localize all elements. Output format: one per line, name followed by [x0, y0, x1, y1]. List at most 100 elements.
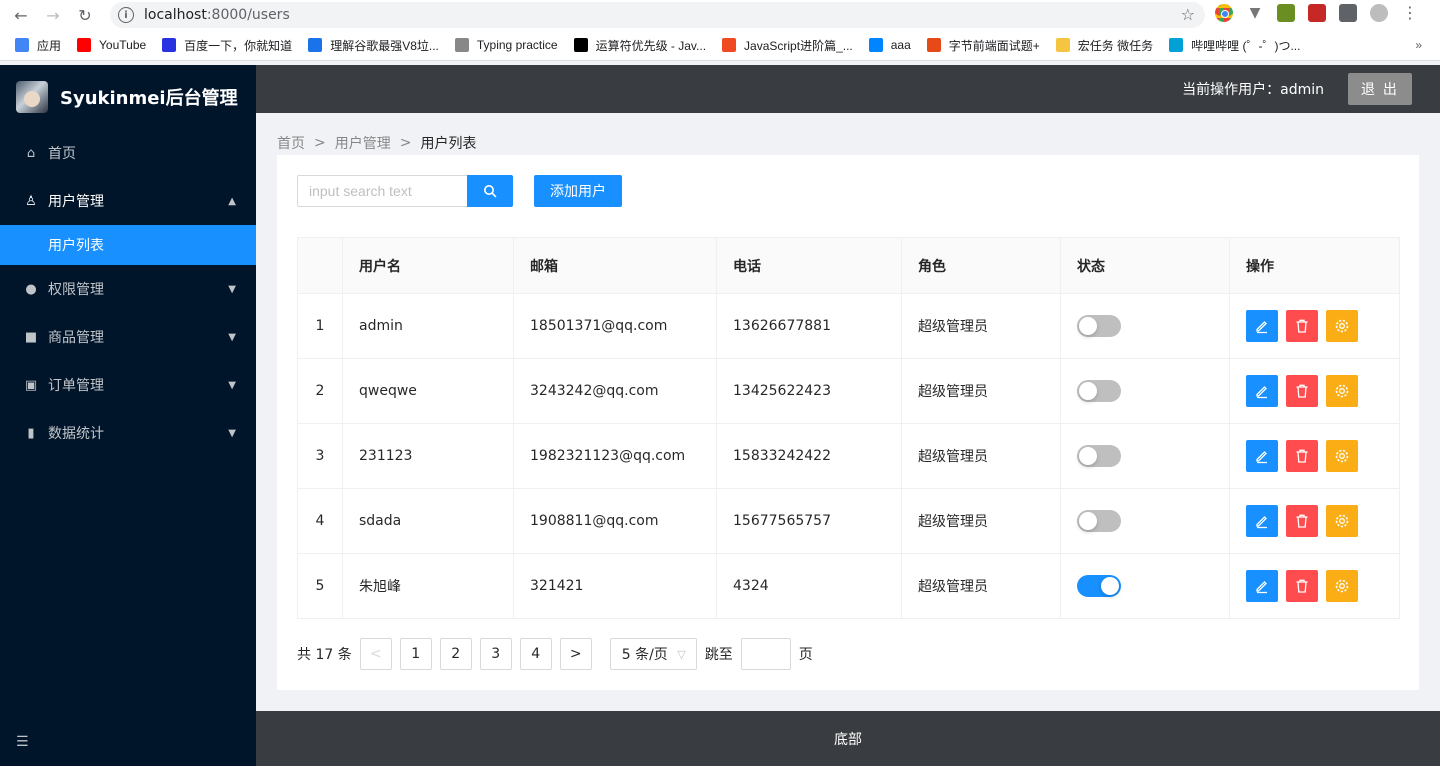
- actions-cell: [1229, 488, 1400, 554]
- next-page-button[interactable]: >: [559, 638, 592, 670]
- jump-page-input[interactable]: [740, 638, 791, 670]
- breadcrumb-home[interactable]: 首页: [277, 133, 305, 153]
- extension-icon[interactable]: [1308, 4, 1326, 22]
- add-user-button[interactable]: 添加用户: [534, 175, 622, 207]
- toggle-knob: [1079, 512, 1097, 530]
- bookmark-item[interactable]: YouTube: [77, 38, 146, 52]
- status-toggle[interactable]: [1077, 315, 1121, 337]
- edit-button[interactable]: [1246, 440, 1278, 472]
- vue-devtools-icon[interactable]: ▼: [1246, 4, 1264, 22]
- toggle-knob: [1101, 577, 1119, 595]
- menu-item-label: 订单管理: [48, 378, 104, 394]
- delete-icon: [1294, 318, 1310, 334]
- current-user: 当前操作用户：admin: [1182, 82, 1324, 98]
- status-cell: [1060, 423, 1230, 489]
- bookmark-item[interactable]: 百度一下，你就知道: [162, 37, 292, 54]
- settings-button[interactable]: [1326, 310, 1358, 342]
- row-index: 4: [297, 488, 343, 554]
- edit-button[interactable]: [1246, 505, 1278, 537]
- delete-button[interactable]: [1286, 440, 1318, 472]
- menu-item-user-management[interactable]: ♙ 用户管理 ▲: [0, 177, 256, 225]
- bookmark-label: 宏任务 微任务: [1077, 38, 1154, 53]
- bookmark-item[interactable]: 字节前端面试题+: [926, 37, 1040, 54]
- chrome-extension-icon[interactable]: [1215, 4, 1233, 22]
- search-button[interactable]: [467, 175, 513, 207]
- status-toggle[interactable]: [1077, 510, 1121, 532]
- bookmark-favicon-icon: [308, 38, 323, 52]
- settings-button[interactable]: [1326, 375, 1358, 407]
- logout-button[interactable]: 退 出: [1348, 73, 1412, 105]
- gear-icon: [1334, 513, 1350, 529]
- phone-cell: 15677565757: [716, 488, 902, 554]
- phone-cell: 13425622423: [716, 358, 902, 424]
- address-bar[interactable]: i localhost:8000/users ☆: [110, 2, 1205, 28]
- bookmark-favicon-icon: [77, 38, 92, 52]
- bookmark-item[interactable]: 运算符优先级 - Jav...: [573, 37, 706, 54]
- browser-toolbar: ← → ↻ i localhost:8000/users ☆ ▼ ⋮: [0, 0, 1440, 30]
- bookmark-item[interactable]: aaa: [868, 38, 911, 52]
- bar-chart-icon: ▮: [27, 425, 35, 441]
- more-menu-icon[interactable]: ⋮: [1401, 4, 1419, 22]
- table-header-cell: 状态: [1060, 237, 1230, 294]
- status-toggle[interactable]: [1077, 575, 1121, 597]
- profile-avatar[interactable]: [1370, 4, 1388, 22]
- delete-icon: [1294, 448, 1310, 464]
- page-4[interactable]: 4: [519, 638, 552, 670]
- actions-cell: [1229, 293, 1400, 359]
- bookmarks-more-icon[interactable]: »: [1415, 38, 1422, 52]
- puzzle-icon[interactable]: [1339, 4, 1357, 22]
- delete-button[interactable]: [1286, 375, 1318, 407]
- edit-button[interactable]: [1246, 570, 1278, 602]
- menu-item-permission-management[interactable]: ● 权限管理 ▼: [0, 265, 256, 313]
- breadcrumb-user-management[interactable]: 用户管理: [335, 133, 391, 153]
- delete-button[interactable]: [1286, 505, 1318, 537]
- bookmarks-bar: 应用 YouTube 百度一下，你就知道 理解谷歌最强V8垃... Typing pra…: [0, 30, 1440, 61]
- settings-button[interactable]: [1326, 440, 1358, 472]
- settings-button[interactable]: [1326, 505, 1358, 537]
- reload-icon[interactable]: ↻: [74, 4, 96, 26]
- menu-item-home[interactable]: ⌂ 首页: [0, 129, 256, 177]
- menu-item-user-list[interactable]: 用户列表: [0, 225, 256, 265]
- bookmark-item[interactable]: JavaScript进阶篇_...: [722, 37, 853, 54]
- menu-item-statistics[interactable]: ▮ 数据统计 ▼: [0, 409, 256, 457]
- page-2[interactable]: 2: [439, 638, 472, 670]
- page-3[interactable]: 3: [479, 638, 512, 670]
- extension-icon[interactable]: [1277, 4, 1295, 22]
- table-header-cell: 电话: [716, 237, 902, 294]
- delete-icon: [1294, 578, 1310, 594]
- site-info-icon[interactable]: i: [118, 7, 134, 23]
- prev-page-button[interactable]: <: [359, 638, 392, 670]
- table-header-cell: 邮箱: [513, 237, 717, 294]
- menu-item-product-management[interactable]: ■ 商品管理 ▼: [0, 313, 256, 361]
- page-size-select[interactable]: 5 条/页 ▽: [609, 638, 697, 670]
- menu-item-order-management[interactable]: ▣ 订单管理 ▼: [0, 361, 256, 409]
- bookmark-item[interactable]: 宏任务 微任务: [1055, 37, 1154, 54]
- settings-button[interactable]: [1326, 570, 1358, 602]
- bookmark-item[interactable]: 哔哩哔哩 (゜-゜)つ...: [1169, 37, 1300, 54]
- status-toggle[interactable]: [1077, 445, 1121, 467]
- menu-fold-icon[interactable]: ☰: [16, 734, 29, 750]
- role-cell: 超级管理员: [901, 488, 1061, 554]
- bookmark-favicon-icon: [926, 38, 941, 52]
- bookmark-favicon-icon: [573, 38, 588, 52]
- user-icon: ♙: [25, 193, 37, 209]
- status-cell: [1060, 488, 1230, 554]
- back-icon[interactable]: ←: [10, 4, 32, 26]
- username-cell: admin: [342, 293, 514, 359]
- bookmark-label: aaa: [890, 38, 911, 52]
- breadcrumb: 首页 > 用户管理 > 用户列表: [277, 133, 476, 153]
- bookmark-item[interactable]: 理解谷歌最强V8垃...: [308, 37, 439, 54]
- bookmark-item[interactable]: 应用: [15, 37, 61, 54]
- pagination-total: 共 17 条: [297, 647, 352, 663]
- search-input[interactable]: [297, 175, 467, 207]
- actions-cell: [1229, 553, 1400, 619]
- delete-button[interactable]: [1286, 570, 1318, 602]
- forward-icon[interactable]: →: [42, 4, 64, 26]
- edit-button[interactable]: [1246, 375, 1278, 407]
- bookmark-star-icon[interactable]: ☆: [1181, 5, 1195, 24]
- edit-button[interactable]: [1246, 310, 1278, 342]
- page-1[interactable]: 1: [399, 638, 432, 670]
- bookmark-item[interactable]: Typing practice: [454, 38, 558, 52]
- status-toggle[interactable]: [1077, 380, 1121, 402]
- delete-button[interactable]: [1286, 310, 1318, 342]
